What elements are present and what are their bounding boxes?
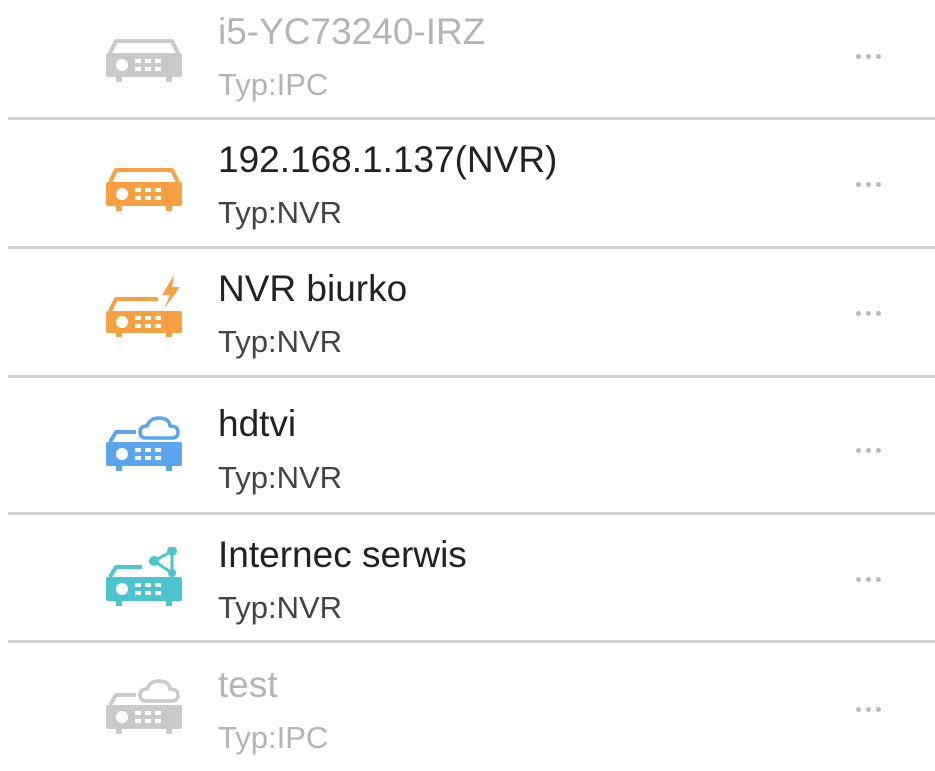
- dot-icon: [875, 181, 881, 187]
- dvr-gray-icon: [102, 23, 186, 87]
- dot-icon: [875, 576, 881, 582]
- dot-icon: [855, 53, 861, 59]
- device-type: Typ:NVR: [218, 590, 343, 625]
- device-name: 192.168.1.137(NVR): [218, 139, 558, 180]
- device-type: Typ:NVR: [218, 324, 343, 359]
- dot-icon: [865, 310, 871, 316]
- dvr-orange-icon: [102, 152, 186, 216]
- dot-icon: [865, 706, 871, 712]
- device-type: Typ:IPC: [218, 720, 329, 755]
- device-name: Internec serwis: [218, 534, 467, 575]
- dot-icon: [855, 447, 861, 453]
- device-type: Typ:IPC: [218, 67, 329, 102]
- more-options-button[interactable]: [840, 293, 896, 333]
- device-type: Typ:NVR: [218, 195, 343, 230]
- dot-icon: [855, 310, 861, 316]
- device-row[interactable]: Internec serwis Typ:NVR: [0, 515, 935, 643]
- dvr-cloud-icon: [102, 412, 186, 476]
- dot-icon: [875, 706, 881, 712]
- more-options-button[interactable]: [840, 164, 896, 204]
- dot-icon: [865, 447, 871, 453]
- device-type: Typ:NVR: [218, 460, 343, 495]
- dvr-lightning-icon: [102, 273, 186, 337]
- dvr-cloud-gray-icon: [102, 675, 186, 739]
- device-name: hdtvi: [218, 403, 297, 444]
- dvr-share-icon: [102, 547, 186, 611]
- dot-icon: [875, 447, 881, 453]
- more-options-button[interactable]: [840, 559, 896, 599]
- dot-icon: [875, 53, 881, 59]
- device-list: i5-YC73240-IRZ Typ:IPC 192.168.1.137(NVR…: [0, 0, 935, 765]
- dot-icon: [855, 181, 861, 187]
- dot-icon: [855, 706, 861, 712]
- dot-icon: [865, 576, 871, 582]
- device-name: NVR biurko: [218, 268, 408, 309]
- dot-icon: [875, 310, 881, 316]
- more-options-button[interactable]: [840, 430, 896, 470]
- device-row[interactable]: test Typ:IPC: [0, 643, 935, 771]
- more-options-button[interactable]: [840, 689, 896, 729]
- more-options-button[interactable]: [840, 36, 896, 76]
- dot-icon: [865, 53, 871, 59]
- device-row[interactable]: i5-YC73240-IRZ Typ:IPC: [0, 0, 935, 118]
- device-row[interactable]: hdtvi Typ:NVR: [0, 378, 935, 506]
- device-row[interactable]: 192.168.1.137(NVR) Typ:NVR: [0, 120, 935, 248]
- device-name: test: [218, 664, 278, 705]
- dot-icon: [855, 576, 861, 582]
- device-name: i5-YC73240-IRZ: [218, 11, 486, 52]
- device-row[interactable]: NVR biurko Typ:NVR: [0, 249, 935, 377]
- dot-icon: [865, 181, 871, 187]
